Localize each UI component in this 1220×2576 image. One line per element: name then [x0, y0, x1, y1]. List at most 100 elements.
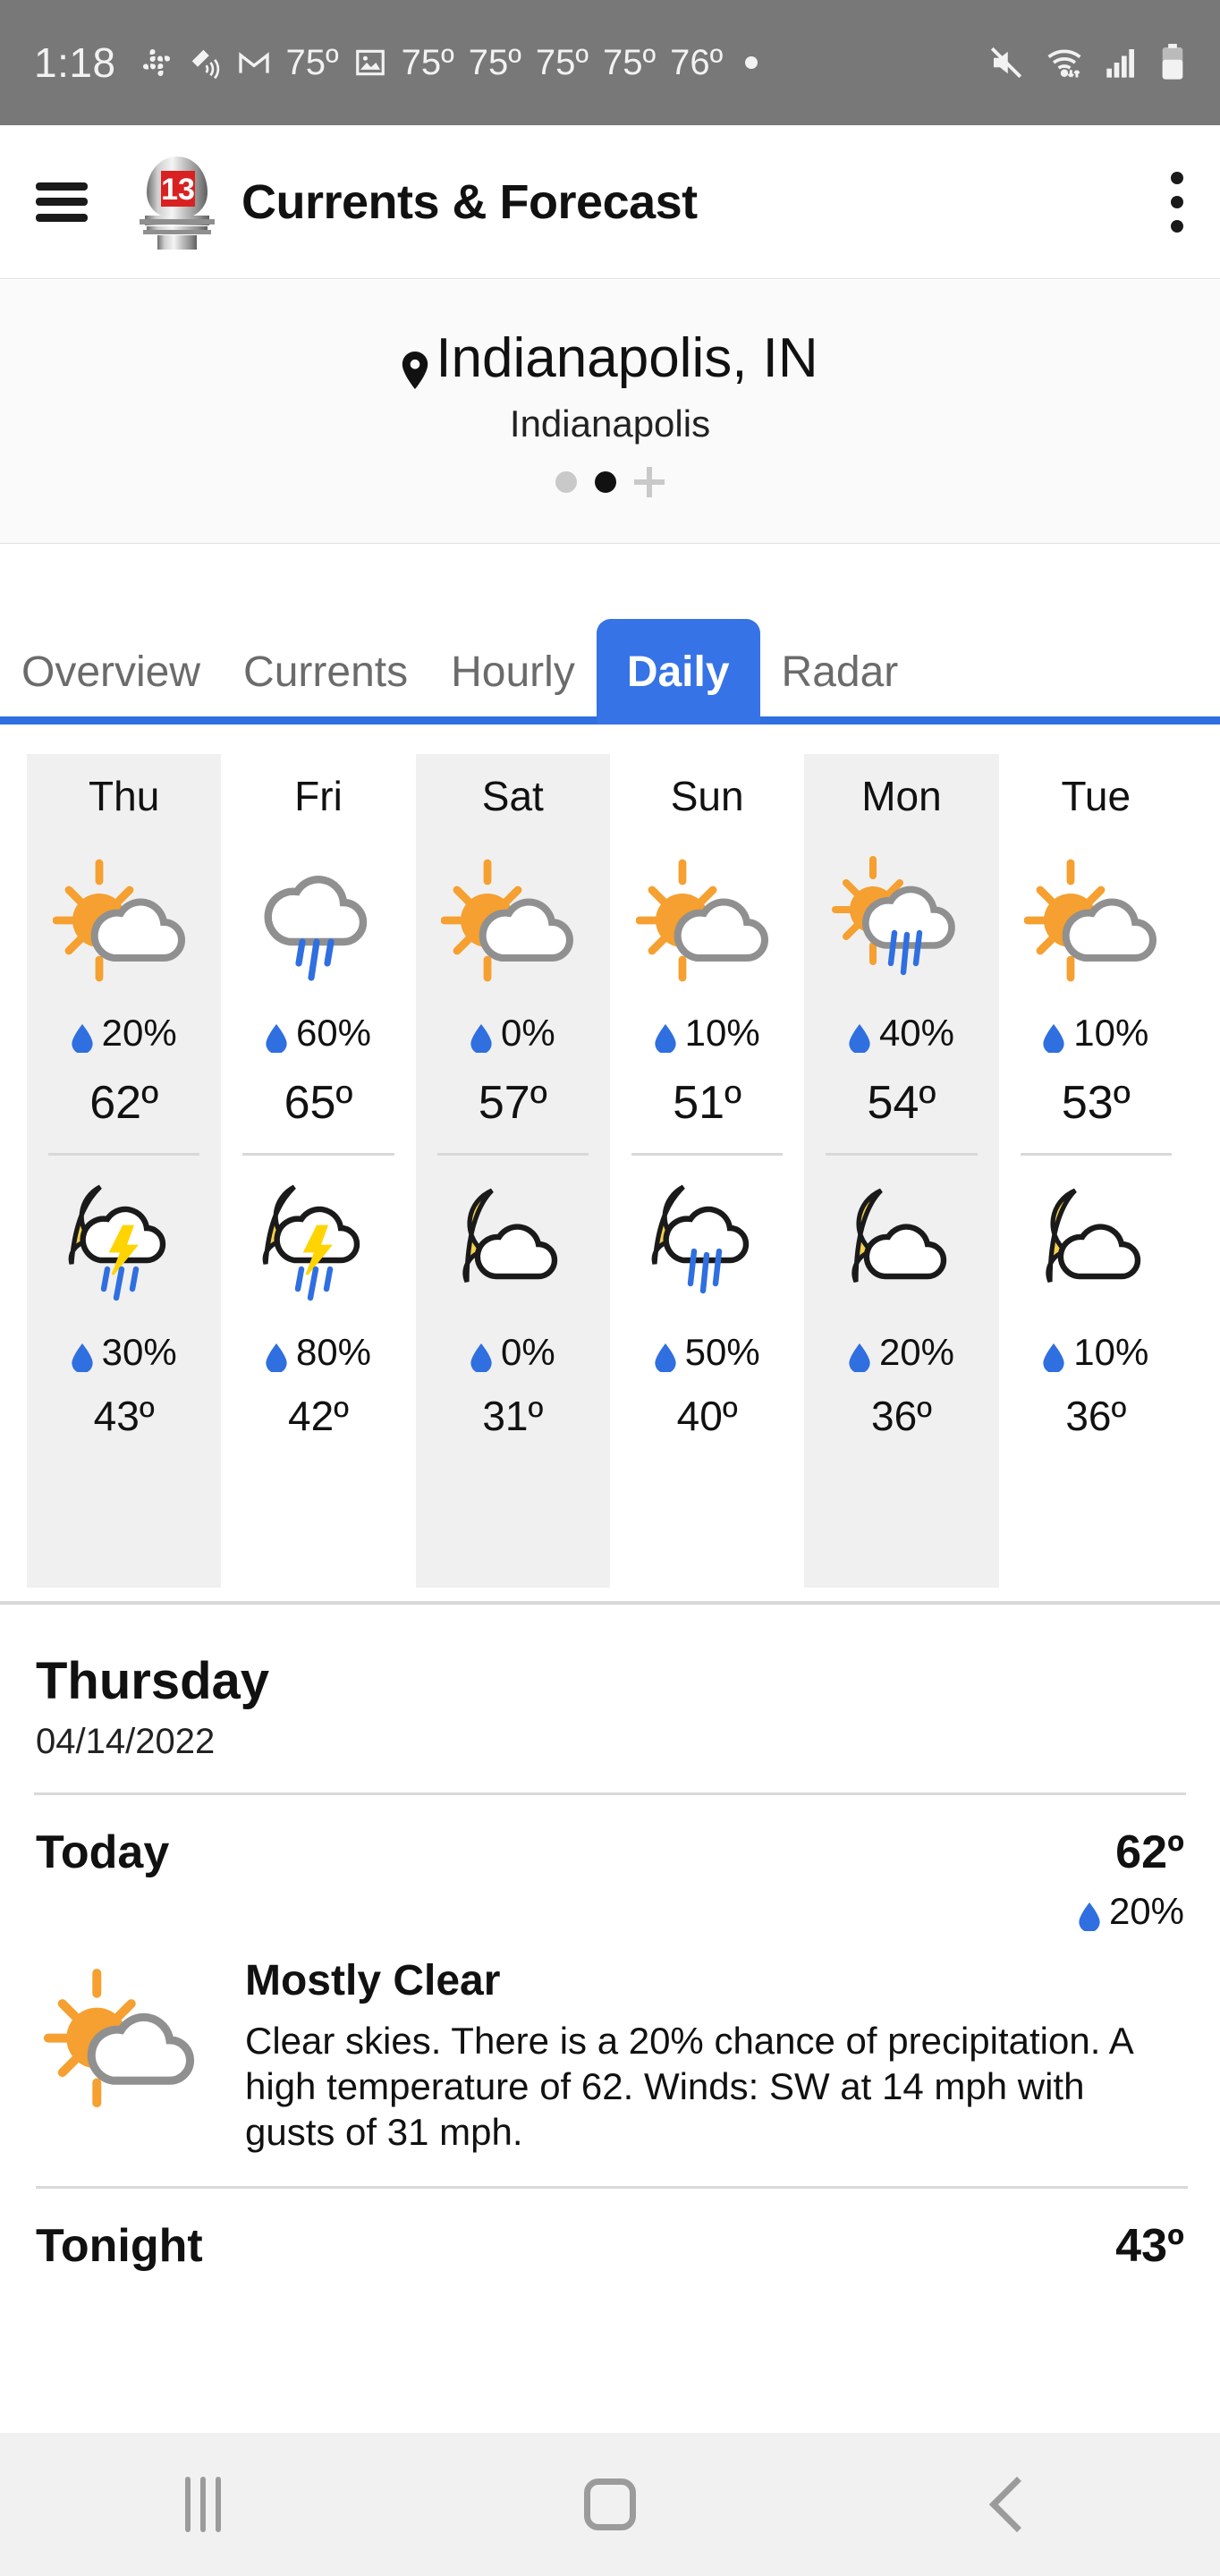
- tab-currents[interactable]: Currents: [222, 619, 429, 724]
- period-today[interactable]: Today 62º 20% Mostly Clear Clear skies. …: [0, 1795, 1220, 2189]
- period-temp: 43º: [1115, 2219, 1184, 2272]
- page-title: Currents & Forecast: [241, 174, 698, 229]
- precip-value: 10%: [1073, 1331, 1149, 1373]
- period-tonight[interactable]: Tonight 43º: [0, 2189, 1220, 2273]
- high-temp: 62º: [89, 1077, 159, 1129]
- sun-cloud-icon: [52, 847, 196, 999]
- period-narrative: Clear skies. There is a 20% chance of pr…: [245, 2020, 1132, 2154]
- status-notification-icons: 75º 75º 75º 75º 75º 76º: [140, 43, 987, 83]
- status-clock: 1:18: [34, 39, 116, 86]
- day-night-divider: [47, 1153, 200, 1156]
- kebab-menu-icon[interactable]: [1170, 171, 1184, 233]
- image-icon: [353, 46, 387, 80]
- precip-chance-day: 10%: [1043, 1012, 1148, 1055]
- high-temp: 51º: [673, 1077, 742, 1129]
- status-temp-4: 75º: [535, 42, 589, 82]
- precip-value: 30%: [101, 1331, 177, 1373]
- precip-value: 10%: [684, 1012, 760, 1054]
- day-night-divider: [1020, 1153, 1173, 1156]
- precip-chance-night: 50%: [654, 1331, 760, 1374]
- day-night-divider: [826, 1153, 978, 1156]
- water-drop-icon: [71, 1338, 93, 1374]
- high-temp: 54º: [867, 1077, 936, 1129]
- sun-cloud-icon: [36, 1956, 215, 2117]
- android-status-bar: 1:18 75º 75º 75º 75º 75º 76º: [0, 0, 1220, 125]
- pager-dot-2[interactable]: [595, 470, 616, 493]
- water-drop-icon: [1079, 1897, 1100, 1933]
- tab-overview[interactable]: Overview: [0, 619, 222, 724]
- low-temp: 43º: [93, 1393, 155, 1439]
- forecast-day-column[interactable]: Fri 60% 65º 80% 42º: [221, 754, 415, 1588]
- gmail-icon: [236, 45, 272, 80]
- precip-chance-day: 0%: [470, 1012, 555, 1055]
- home-icon[interactable]: [538, 2460, 682, 2549]
- location-pin-icon: [402, 339, 428, 389]
- sun-cloud-icon: [441, 847, 584, 999]
- wifi-icon: [1045, 43, 1084, 82]
- precip-value: 0%: [500, 1012, 555, 1054]
- day-label: Sat: [481, 773, 544, 819]
- add-location-icon[interactable]: [634, 466, 665, 497]
- daily-forecast-strip: Thu 20% 62º 30% 43º Fri 60% 65º 80% 42º …: [0, 729, 1220, 1588]
- more-dot-icon: [742, 54, 760, 72]
- precip-chance-day: 20%: [71, 1012, 177, 1055]
- precip-chance-night: 10%: [1043, 1331, 1148, 1374]
- sun-cloud-icon: [1024, 847, 1167, 999]
- location-title[interactable]: Indianapolis, IN: [402, 326, 818, 390]
- precip-value: 80%: [295, 1331, 372, 1373]
- period-name: Today: [36, 1826, 170, 1878]
- moon-cloud-thunder-rain-icon: [251, 1175, 385, 1318]
- forecast-day-column[interactable]: Thu 20% 62º 30% 43º: [27, 754, 222, 1588]
- water-drop-icon: [470, 1338, 492, 1374]
- precip-chance-night: 30%: [71, 1331, 177, 1374]
- status-temp-2: 75º: [401, 42, 454, 82]
- precip-chance-night: 20%: [849, 1331, 954, 1374]
- water-drop-icon: [849, 1338, 870, 1374]
- forecast-day-column[interactable]: Mon 40% 54º 20% 36º: [804, 754, 999, 1588]
- high-temp: 65º: [284, 1077, 353, 1129]
- status-temp-1: 75º: [285, 42, 339, 82]
- low-temp: 42º: [288, 1393, 349, 1439]
- precip-value: 50%: [684, 1331, 760, 1373]
- tab-radar[interactable]: Radar: [760, 619, 920, 724]
- forecast-day-column[interactable]: Sat 0% 57º 0% 31º: [415, 754, 610, 1588]
- pager-dot-1[interactable]: [555, 470, 577, 493]
- water-drop-icon: [470, 1019, 492, 1055]
- forecast-day-column[interactable]: Tue 10% 53º 10% 36º: [999, 754, 1193, 1588]
- water-drop-icon: [849, 1019, 870, 1055]
- moon-cloud-rain-icon: [640, 1175, 775, 1318]
- period-precip-value: 20%: [1108, 1890, 1184, 1932]
- moon-cloud-icon: [1029, 1175, 1163, 1318]
- forecast-day-column[interactable]: Sun 10% 51º 50% 40º: [610, 754, 804, 1588]
- location-card: Indianapolis, IN Indianapolis: [0, 280, 1220, 544]
- weather-app-screen: 1:18 75º 75º 75º 75º 75º 76º 13 Currents…: [0, 0, 1220, 2576]
- battery-icon: [1159, 44, 1186, 81]
- tab-hourly[interactable]: Hourly: [429, 619, 597, 724]
- precip-value: 0%: [500, 1331, 555, 1373]
- back-icon[interactable]: [945, 2460, 1089, 2549]
- sun-cloud-rain-icon: [830, 847, 973, 999]
- day-label: Tue: [1061, 773, 1131, 819]
- mute-icon: [987, 44, 1025, 81]
- recents-icon[interactable]: [131, 2460, 275, 2549]
- moon-cloud-icon: [835, 1175, 969, 1318]
- period-temp: 62º: [1115, 1826, 1184, 1878]
- slack-icon: [140, 46, 174, 80]
- period-name: Tonight: [36, 2219, 203, 2272]
- hamburger-menu-icon[interactable]: [36, 182, 88, 222]
- water-drop-icon: [1043, 1019, 1064, 1055]
- water-drop-icon: [266, 1338, 287, 1374]
- android-nav-bar: [0, 2433, 1220, 2576]
- detail-date: 04/14/2022: [36, 1722, 216, 1761]
- period-precip: 20%: [1079, 1890, 1184, 1933]
- satellite-icon: [188, 46, 222, 80]
- low-temp: 40º: [676, 1393, 738, 1439]
- high-temp: 53º: [1061, 1077, 1131, 1129]
- tab-daily[interactable]: Daily: [596, 619, 760, 724]
- channel-13-logo-icon: 13: [134, 153, 220, 251]
- precip-value: 40%: [878, 1012, 954, 1054]
- water-drop-icon: [1043, 1338, 1064, 1374]
- precip-chance-day: 60%: [266, 1012, 371, 1055]
- day-night-divider: [242, 1153, 394, 1156]
- day-label: Fri: [294, 773, 343, 819]
